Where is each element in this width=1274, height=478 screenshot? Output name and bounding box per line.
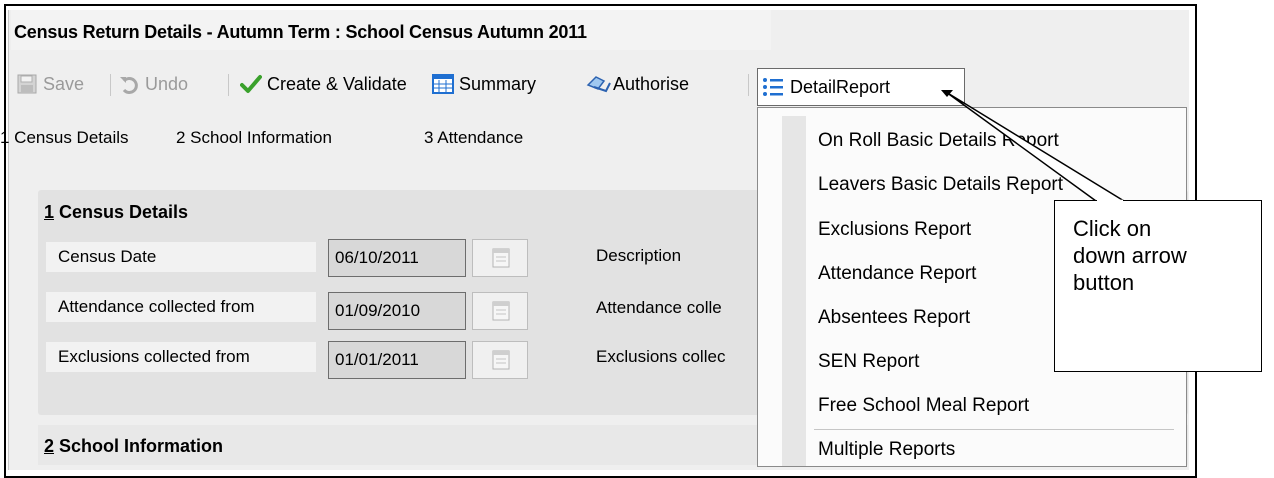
callout-pointer-cover [1097,199,1123,203]
